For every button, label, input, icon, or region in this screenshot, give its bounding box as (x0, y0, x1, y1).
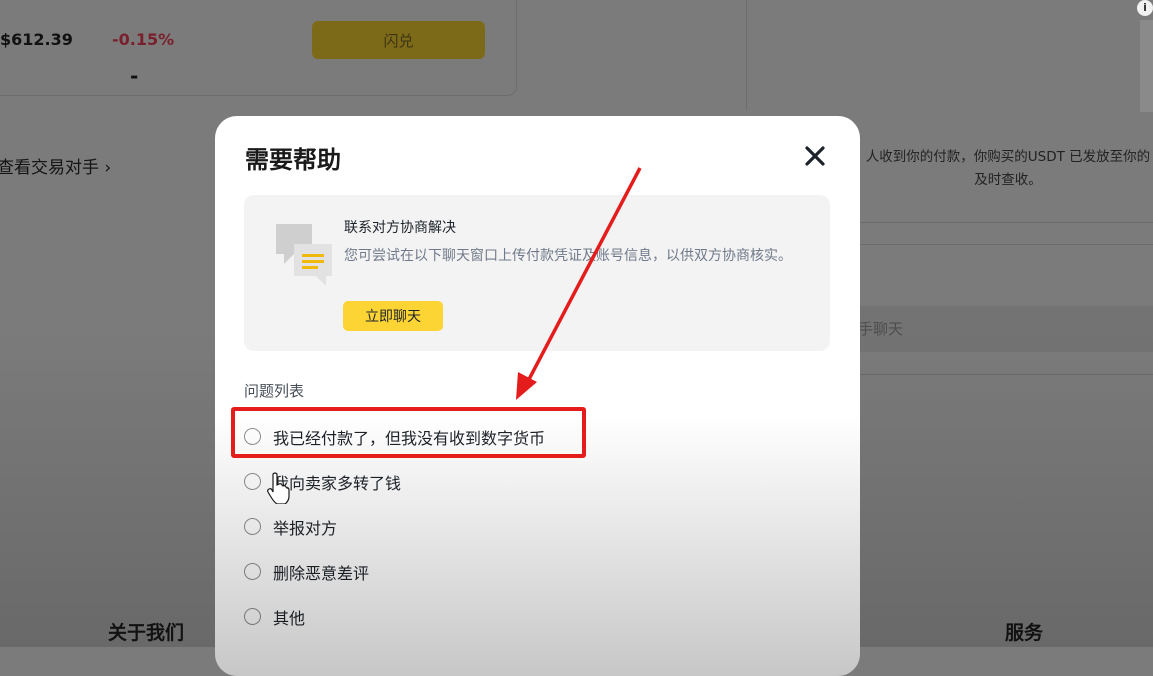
chat-bubbles-icon (276, 224, 332, 286)
divider (858, 244, 1153, 245)
swap-button[interactable]: 闪兑 (312, 21, 485, 59)
close-button[interactable] (801, 142, 829, 170)
divider (746, 0, 747, 110)
modal-title: 需要帮助 (245, 146, 341, 174)
price-change: -0.15% (112, 30, 175, 49)
option-remove-bad-review[interactable]: 删除恶意差评 (244, 549, 545, 594)
radio-button[interactable] (244, 518, 261, 535)
contact-title: 联系对方协商解决 (344, 220, 456, 236)
option-label: 我向卖家多转了钱 (273, 473, 402, 493)
radio-button[interactable] (244, 473, 261, 490)
option-label: 举报对方 (273, 518, 338, 538)
close-icon (805, 146, 825, 166)
footer-service[interactable]: 服务 (1005, 618, 1043, 645)
problem-list-title: 问题列表 (244, 382, 305, 400)
payment-notice: 人收到你的付款，你购买的USDT 已发放至你的 及时查收。 (865, 149, 1151, 188)
option-report-counterparty[interactable]: 举报对方 (244, 504, 545, 549)
highlight-annotation (231, 407, 586, 458)
contact-description: 您可尝试在以下聊天窗口上传付款凭证及账号信息，以供双方协商核实。 (344, 248, 792, 264)
placeholder-dash: - (130, 64, 139, 88)
asset-price: $612.39 (0, 30, 73, 49)
option-label: 其他 (273, 608, 306, 628)
contact-counterparty-box: 联系对方协商解决 您可尝试在以下聊天窗口上传付款凭证及账号信息，以供双方协商核实… (244, 195, 830, 351)
radio-button[interactable] (244, 563, 261, 580)
help-modal: 需要帮助 联系对方协商解决 您可尝试在以下聊天窗口上传付款凭证及账号信息，以供双… (215, 116, 860, 676)
footer-about-us[interactable]: 关于我们 (108, 618, 184, 645)
option-other[interactable]: 其他 (244, 594, 545, 639)
chat-now-button[interactable]: 立即聊天 (343, 301, 443, 331)
radio-button[interactable] (244, 608, 261, 625)
side-card (1140, 20, 1153, 112)
info-icon[interactable]: i (1137, 0, 1153, 16)
view-counterparty-link[interactable]: 查看交易对手 › (0, 153, 111, 178)
hand-cursor-icon (267, 472, 290, 504)
option-label: 删除恶意差评 (273, 563, 370, 583)
divider (858, 222, 1153, 223)
